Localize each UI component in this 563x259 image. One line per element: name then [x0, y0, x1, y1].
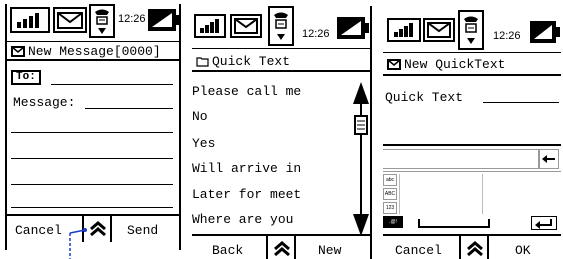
up-chevron-icon — [274, 241, 290, 257]
new-button[interactable]: New — [318, 243, 341, 258]
message-input-line[interactable] — [11, 207, 173, 208]
envelope-icon — [11, 46, 25, 57]
signal-icon — [10, 7, 50, 33]
keyboard-mode-symbols[interactable]: .@! — [383, 216, 403, 228]
to-input[interactable] — [51, 84, 173, 85]
list-item[interactable]: Later for meet — [192, 187, 301, 202]
backspace-icon[interactable] — [539, 149, 559, 169]
title-text: New Message[0000] — [28, 44, 161, 59]
envelope-icon — [423, 18, 455, 42]
status-bar: 12:26 — [7, 4, 180, 40]
telephone-icon — [89, 4, 115, 38]
list-item[interactable]: Will arrive in — [192, 161, 301, 176]
phone-screen-new-quicktext: 12:26 New QuickText Quick Text abc ABC 1… — [383, 6, 561, 259]
phone-screen-new-message: 12:26 New Message[0000] To: Message: Can… — [5, 4, 181, 250]
signal-icon — [194, 14, 226, 38]
back-button[interactable]: Back — [212, 243, 243, 258]
scrollbar[interactable] — [352, 80, 370, 238]
quick-text-label: Quick Text — [385, 90, 464, 105]
up-chevron-icon — [467, 241, 483, 257]
title-text: New QuickText — [404, 57, 506, 72]
soft-key-bar: Cancel OK — [383, 234, 561, 259]
phone-screen-quick-text: 12:26 Quick Text Please call me No Yes W… — [192, 6, 372, 259]
message-label: Message: — [13, 95, 76, 110]
menu-toggle[interactable] — [266, 234, 296, 259]
menu-toggle[interactable] — [459, 234, 489, 259]
space-key[interactable] — [417, 216, 491, 230]
ok-button[interactable]: OK — [515, 243, 531, 258]
mode-label: ABC — [384, 191, 396, 197]
signal-icon — [387, 18, 421, 42]
message-input-line[interactable] — [11, 132, 173, 133]
quick-text-input[interactable] — [483, 102, 559, 103]
keyboard-mode-123[interactable]: 123 — [383, 202, 397, 214]
clock-time: 12:26 — [493, 30, 521, 42]
on-screen-keyboard: abc ABC 123 .@! — [383, 144, 561, 234]
battery-icon — [148, 9, 180, 31]
envelope-icon — [53, 7, 87, 33]
list-item[interactable]: Yes — [192, 136, 215, 151]
keyboard-pad[interactable] — [483, 174, 559, 214]
mode-label: .@! — [389, 219, 397, 225]
cancel-button[interactable]: Cancel — [15, 223, 62, 238]
send-button[interactable]: Send — [127, 223, 158, 238]
clock-time: 12:26 — [118, 13, 146, 25]
screen-title: New QuickText — [383, 52, 561, 76]
message-input-line[interactable] — [85, 108, 173, 109]
title-text: Quick Text — [212, 54, 291, 69]
to-label: To: — [16, 71, 36, 83]
telephone-icon — [268, 6, 294, 46]
message-input-line[interactable] — [11, 158, 173, 159]
scroll-down-arrow — [353, 214, 369, 236]
pointer-indicator — [69, 228, 87, 259]
status-bar: 12:26 — [192, 6, 370, 46]
keyboard-mode-upper[interactable]: ABC — [383, 188, 397, 200]
list-item[interactable]: Where are you — [192, 212, 293, 227]
mode-label: abc — [385, 177, 395, 183]
status-bar: 12:26 — [383, 6, 561, 50]
mode-label: 123 — [385, 205, 395, 211]
scroll-up-arrow — [353, 82, 369, 104]
keyboard-keys: abc ABC 123 .@! — [383, 171, 561, 234]
keyboard-mode-abc[interactable]: abc — [383, 174, 397, 186]
clock-time: 12:26 — [302, 28, 330, 40]
battery-icon — [530, 21, 560, 43]
battery-icon — [337, 17, 369, 39]
screen-title: Quick Text — [192, 48, 370, 72]
folder-icon — [196, 57, 209, 67]
envelope-icon — [387, 59, 401, 70]
message-input-line[interactable] — [11, 184, 173, 185]
cancel-button[interactable]: Cancel — [395, 243, 442, 258]
screen-title: New Message[0000] — [7, 41, 179, 61]
telephone-icon — [458, 10, 484, 50]
enter-icon[interactable] — [531, 216, 557, 230]
to-field-label: To: — [11, 70, 41, 85]
soft-key-bar: Back New — [192, 234, 370, 259]
list-item[interactable]: Please call me — [192, 84, 301, 99]
list-item[interactable]: No — [192, 109, 208, 124]
keyboard-input-field[interactable] — [383, 149, 539, 169]
keyboard-pad[interactable] — [399, 174, 483, 214]
envelope-icon — [230, 14, 262, 38]
